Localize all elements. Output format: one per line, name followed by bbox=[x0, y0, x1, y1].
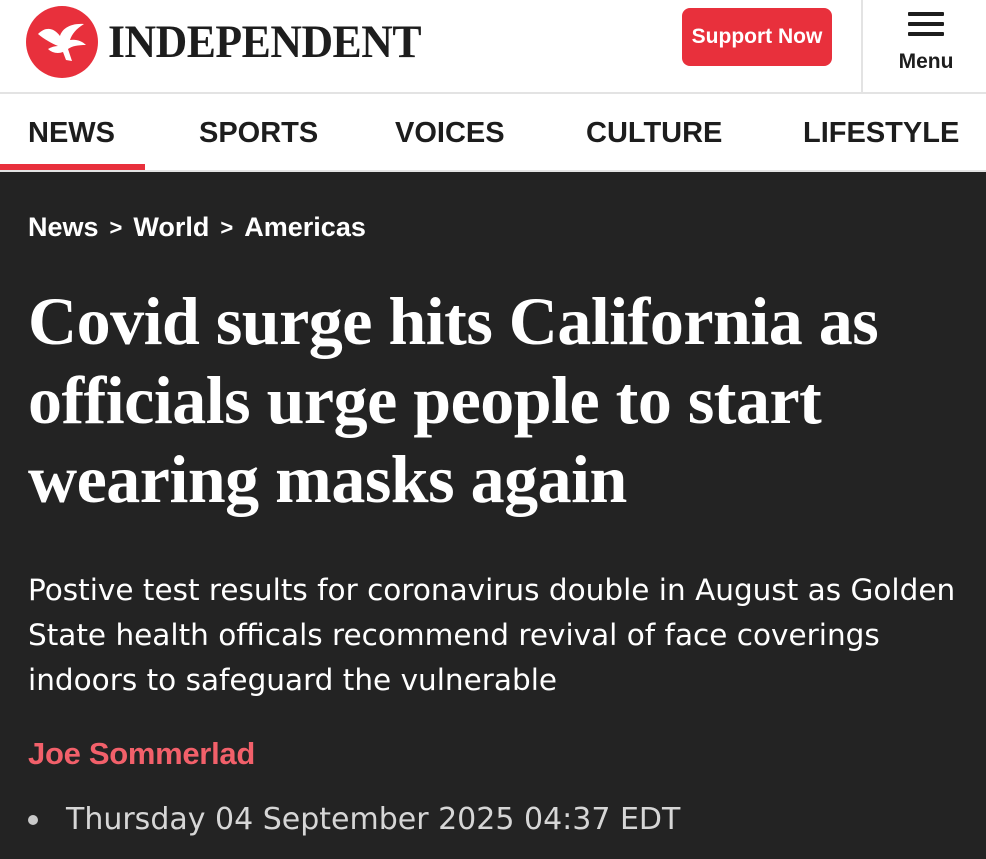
nav-item-voices[interactable]: VOICES bbox=[395, 94, 505, 172]
bullet-icon bbox=[28, 814, 38, 825]
breadcrumb: News > World > Americas bbox=[28, 212, 366, 243]
article-standfirst: Postive test results for coronavirus dou… bbox=[28, 573, 956, 697]
breadcrumb-separator: > bbox=[220, 214, 234, 240]
nav-item-culture[interactable]: CULTURE bbox=[586, 94, 722, 172]
publish-date-text: Thursday 04 September 2025 04:37 EDT bbox=[66, 802, 681, 837]
breadcrumb-separator: > bbox=[109, 214, 123, 240]
menu-button[interactable]: Menu bbox=[880, 8, 972, 78]
divider bbox=[861, 0, 863, 92]
breadcrumb-americas[interactable]: Americas bbox=[244, 212, 366, 243]
menu-label: Menu bbox=[898, 50, 954, 73]
site-logo[interactable]: INDEPENDENT bbox=[26, 6, 445, 78]
support-now-button[interactable]: Support Now bbox=[682, 8, 832, 66]
section-nav: NEWS SPORTS VOICES CULTURE LIFESTYLE bbox=[0, 94, 986, 172]
nav-item-lifestyle[interactable]: LIFESTYLE bbox=[803, 94, 959, 172]
brand-name: INDEPENDENT bbox=[108, 16, 422, 68]
author-link[interactable]: Joe Sommerlad bbox=[28, 736, 255, 772]
eagle-logo-icon bbox=[26, 6, 98, 78]
hamburger-menu-icon bbox=[908, 12, 944, 36]
article-headline: Covid surge hits California as officials… bbox=[28, 283, 879, 517]
nav-item-news[interactable]: NEWS bbox=[28, 94, 115, 172]
active-tab-indicator bbox=[0, 164, 145, 170]
masthead: INDEPENDENT Support Now Menu bbox=[0, 0, 986, 94]
breadcrumb-world[interactable]: World bbox=[133, 212, 209, 243]
article-header: News > World > Americas Covid surge hits… bbox=[0, 172, 986, 859]
breadcrumb-news[interactable]: News bbox=[28, 212, 99, 243]
publish-date: Thursday 04 September 2025 04:37 EDT bbox=[28, 802, 680, 837]
nav-item-sports[interactable]: SPORTS bbox=[199, 94, 318, 172]
